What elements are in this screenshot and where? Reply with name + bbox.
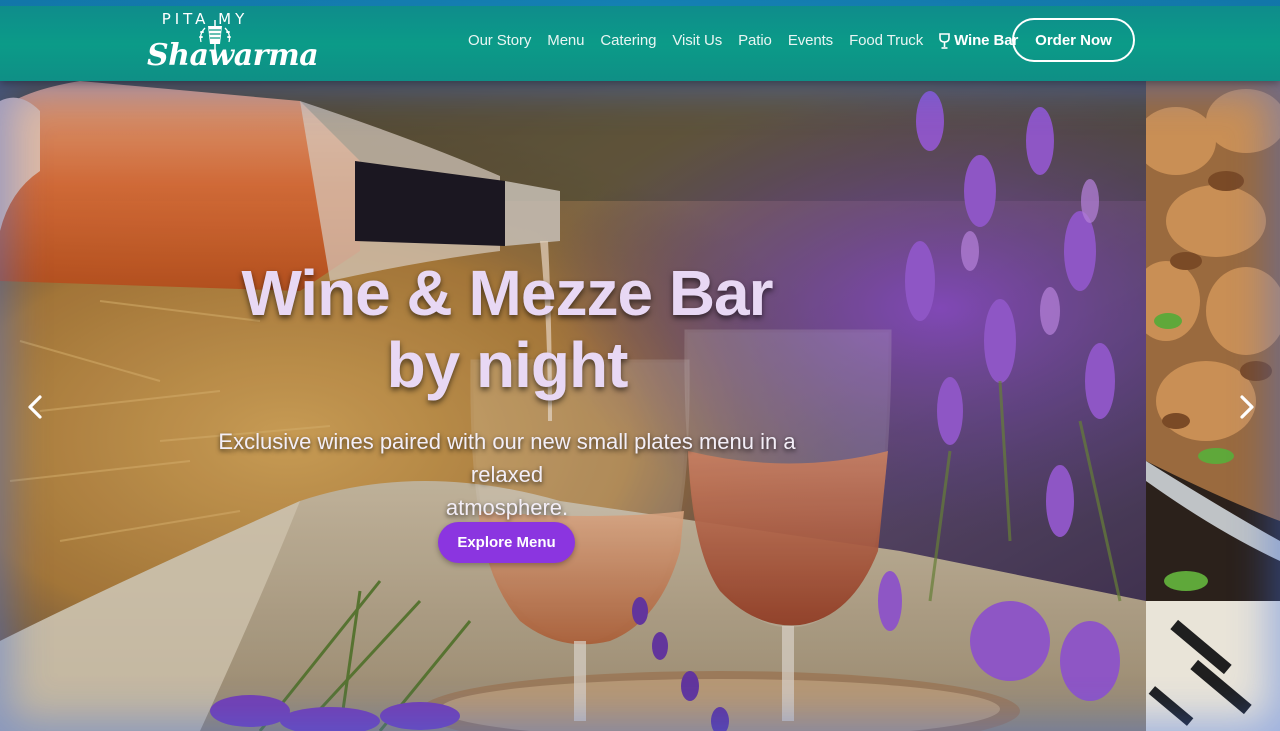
brand-logo[interactable]: PITA MY Shawarma [145, 8, 319, 76]
hero-subtitle-line-1: Exclusive wines paired with our new smal… [218, 429, 796, 487]
hero-title-line-1: Wine & Mezze Bar [241, 257, 773, 329]
hero-carousel: Wine & Mezze Bar by night Exclusive wine… [0, 81, 1280, 731]
chevron-right-icon[interactable] [1234, 394, 1258, 420]
hero-caption: Wine & Mezze Bar by night Exclusive wine… [0, 81, 1146, 731]
site-header: PITA MY Shawarma Our Story Menu Catering… [0, 0, 1280, 81]
nav-our-story[interactable]: Our Story [468, 32, 531, 49]
shawarma-plate-image [1146, 81, 1280, 731]
nav-events[interactable]: Events [788, 32, 833, 49]
hero-title-line-2: by night [386, 329, 629, 401]
explore-menu-button[interactable]: Explore Menu [438, 522, 575, 563]
logo-script-text: Shawarma [147, 38, 319, 73]
hero-subtitle-line-2: atmosphere. [445, 495, 569, 520]
hero-slide-wine: Wine & Mezze Bar by night Exclusive wine… [0, 81, 1146, 731]
nav-catering[interactable]: Catering [600, 32, 656, 49]
order-now-button[interactable]: Order Now [1012, 18, 1135, 62]
hero-title: Wine & Mezze Bar by night [200, 257, 814, 401]
nav-wine-bar[interactable]: Wine Bar [939, 32, 1018, 49]
nav-patio[interactable]: Patio [738, 32, 772, 49]
nav-menu[interactable]: Menu [547, 32, 584, 49]
wine-glass-icon [939, 32, 950, 49]
nav-visit-us[interactable]: Visit Us [672, 32, 722, 49]
hero-subtitle: Exclusive wines paired with our new smal… [180, 425, 834, 524]
hero-slide-next-preview [1146, 81, 1280, 731]
nav-wine-bar-label: Wine Bar [954, 32, 1019, 49]
chevron-left-icon[interactable] [24, 394, 48, 420]
nav-food-truck[interactable]: Food Truck [849, 32, 923, 49]
main-nav: Our Story Menu Catering Visit Us Patio E… [460, 0, 1026, 81]
